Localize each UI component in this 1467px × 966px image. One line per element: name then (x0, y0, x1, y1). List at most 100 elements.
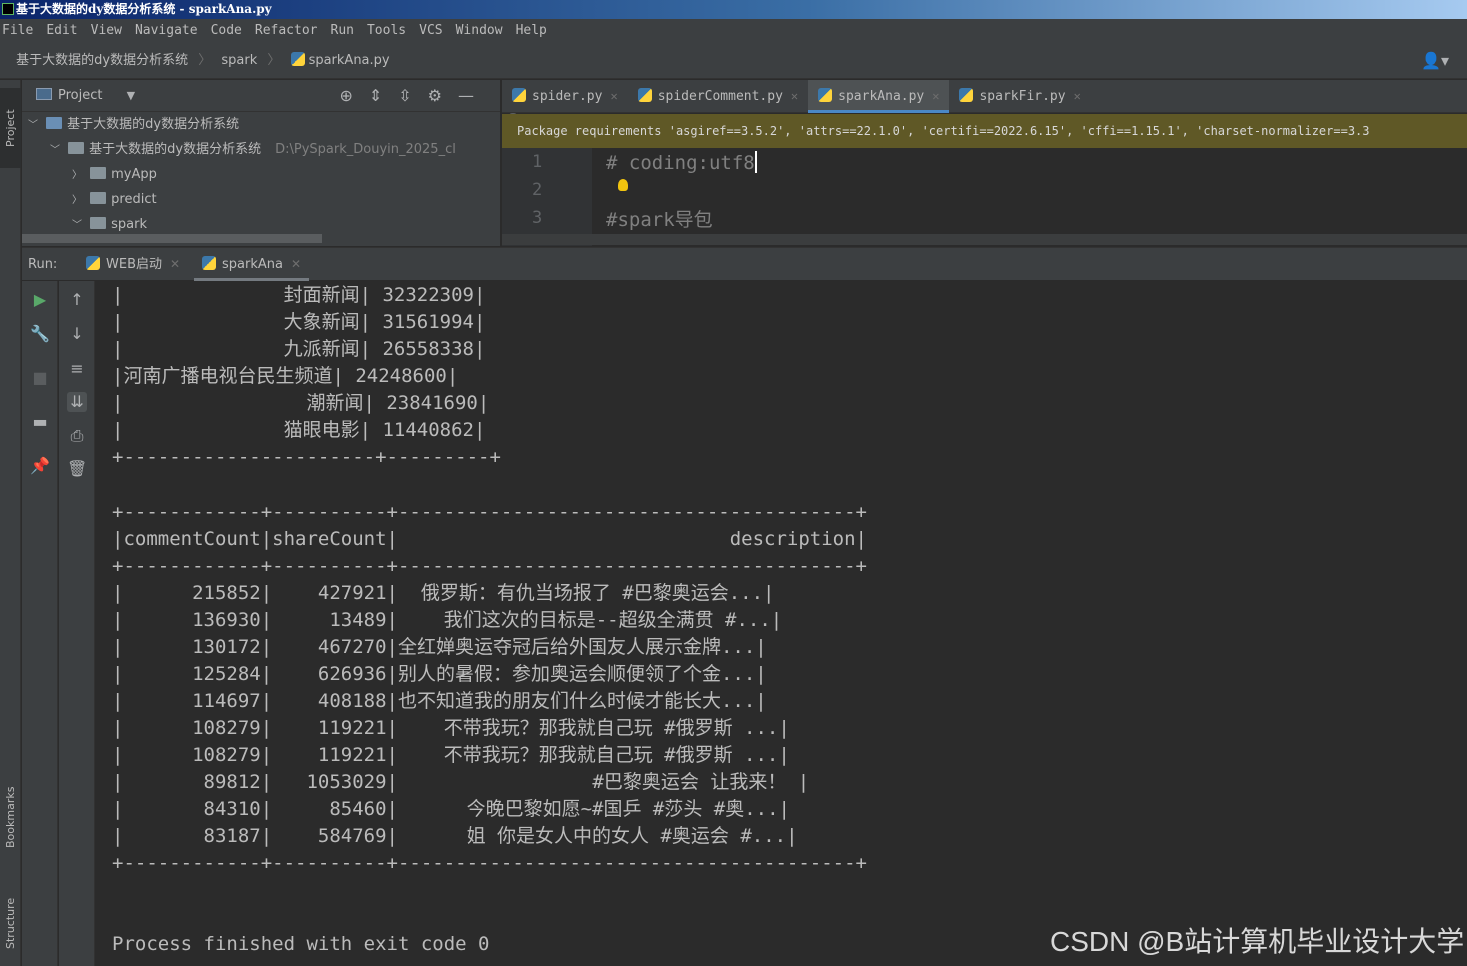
trash-icon[interactable]: 🗑 (67, 459, 87, 479)
breadcrumb-folder[interactable]: spark (221, 43, 257, 79)
horizontal-scrollbar[interactable] (502, 234, 1467, 245)
code-line[interactable]: # coding:utf8 (606, 151, 757, 174)
pin-icon[interactable]: 📌 (30, 456, 50, 476)
tree-item-label: myApp (111, 167, 157, 182)
tab-spider[interactable]: spider.py ✕ (502, 80, 628, 113)
tree-item-myapp[interactable]: 〉 myApp (22, 162, 500, 187)
chevron-down-icon[interactable]: ﹀ (28, 113, 42, 138)
run-toolbar-secondary: ↑ ↓ ≡ ⇊ ⎙ 🗑 (59, 281, 95, 966)
locate-icon[interactable]: ⊕ (339, 86, 368, 105)
gear-icon[interactable]: ⚙ (428, 86, 458, 105)
console-line: | 89812| 1053029| #巴黎奥运会 让我来！ | (112, 771, 810, 793)
user-account-icon[interactable]: 👤▾ (1421, 43, 1449, 79)
expand-all-icon[interactable]: ⇕ (369, 86, 398, 105)
console-line: | 九派新闻| 26558338| (112, 338, 486, 360)
menu-refactor[interactable]: Refactor (255, 19, 318, 43)
project-tool-tab[interactable]: Project (0, 88, 21, 168)
horizontal-scrollbar[interactable] (22, 234, 322, 243)
layout-icon[interactable]: ▬ (30, 412, 50, 432)
tree-item-project-dir[interactable]: ﹀ 基于大数据的dy数据分析系统 D:\PySpark_Douyin_2025_c… (22, 137, 500, 162)
python-file-icon (637, 88, 652, 102)
console-line: Process finished with exit code 0 (112, 933, 490, 955)
menu-file[interactable]: File (2, 19, 33, 43)
editor-tab-bar: spider.py ✕ spiderComment.py ✕ sparkAna.py ✕ s… (502, 80, 1467, 113)
menu-navigate[interactable]: Navigate (135, 19, 198, 43)
tree-item-root[interactable]: ﹀ 基于大数据的dy数据分析系统 (22, 112, 500, 137)
rerun-icon[interactable]: ▶ (30, 290, 50, 310)
arrow-down-icon[interactable]: ↓ (67, 324, 87, 344)
project-folder-icon (46, 117, 63, 129)
lightbulb-icon[interactable] (618, 179, 628, 191)
editor-gutter (502, 148, 592, 246)
close-icon[interactable]: ✕ (170, 257, 180, 271)
close-icon[interactable]: ✕ (610, 89, 617, 103)
run-tab-spark-ana[interactable]: sparkAna ✕ (194, 248, 310, 281)
python-run-config-icon (86, 256, 100, 270)
minimize-icon[interactable]: — (458, 86, 490, 105)
bookmarks-tool-tab[interactable]: Bookmarks (0, 770, 21, 865)
close-icon[interactable]: ✕ (1074, 89, 1081, 103)
menu-vcs[interactable]: VCS (419, 19, 442, 43)
menu-window[interactable]: Window (456, 19, 503, 43)
console-line: +----------------------+---------+ (112, 446, 501, 468)
run-tab-web[interactable]: WEB启动 ✕ (78, 248, 188, 281)
breadcrumb-file[interactable]: sparkAna.py (309, 43, 390, 79)
breadcrumb: 基于大数据的dy数据分析系统 〉 spark 〉 sparkAna.py 👤▾ (0, 43, 1467, 79)
menu-edit[interactable]: Edit (46, 19, 77, 43)
tab-spark-fir[interactable]: sparkFir.py ✕ (949, 80, 1090, 113)
console-line: | 潮新闻| 23841690| (112, 392, 490, 414)
code-editor[interactable]: 1 2 3 # coding:utf8 #spark导包 (502, 148, 1467, 246)
tab-label: sparkFir.py (979, 89, 1066, 104)
tab-spark-ana[interactable]: sparkAna.py ✕ (808, 80, 950, 113)
package-requirements-banner[interactable]: Package requirements 'asgiref==3.5.2', '… (502, 114, 1467, 148)
console-line: | 83187| 584769| 姐 你是女人中的女人 #奥运会 #...| (112, 825, 798, 847)
console-line: | 108279| 119221| 不带我玩？那我就自己玩 #俄罗斯 ...| (112, 717, 790, 739)
collapse-all-icon[interactable]: ⇳ (398, 86, 427, 105)
tree-item-label: 基于大数据的dy数据分析系统 (89, 142, 262, 157)
menu-run[interactable]: Run (331, 19, 354, 43)
tree-item-label: spark (111, 217, 148, 232)
menu-code[interactable]: Code (211, 19, 242, 43)
print-icon[interactable]: ⎙ (67, 426, 87, 446)
code-line[interactable]: #spark导包 (606, 205, 713, 232)
chevron-right-icon[interactable]: 〉 (72, 188, 86, 213)
console-line: | 114697| 408188|也不知道我的朋友们什么时候才能长大...| (112, 690, 767, 712)
soft-wrap-icon[interactable]: ≡ (67, 359, 87, 379)
python-file-icon (818, 88, 833, 102)
arrow-up-icon[interactable]: ↑ (67, 290, 87, 310)
console-line: |commentCount|shareCount| description| (112, 528, 867, 550)
tree-item-predict[interactable]: 〉 predict (22, 187, 500, 212)
chevron-right-icon[interactable]: 〉 (72, 163, 86, 188)
menu-help[interactable]: Help (516, 19, 547, 43)
wrench-icon[interactable]: 🔧 (30, 324, 50, 344)
folder-icon (68, 142, 85, 154)
run-tool-window-header: Run: WEB启动 ✕ sparkAna ✕ (22, 247, 1467, 281)
close-icon[interactable]: ✕ (932, 89, 939, 103)
structure-tool-tab[interactable]: Structure (0, 880, 21, 966)
stop-icon[interactable]: ■ (30, 368, 50, 388)
tree-item-label: 基于大数据的dy数据分析系统 (67, 117, 240, 132)
menu-view[interactable]: View (91, 19, 122, 43)
breadcrumb-project[interactable]: 基于大数据的dy数据分析系统 (16, 43, 188, 79)
python-file-icon (512, 88, 526, 102)
window-title: 基于大数据的dy数据分析系统 - sparkAna.py (16, 2, 272, 16)
code-line-text: # coding:utf8 (606, 152, 755, 174)
console-line: | 130172| 467270|全红婵奥运夺冠后给外国友人展示金牌...| (112, 636, 767, 658)
project-view-icon (36, 88, 52, 100)
breadcrumb-separator-icon: 〉 (267, 53, 281, 68)
dropdown-arrow-icon[interactable]: ▼ (127, 89, 135, 102)
scroll-to-end-icon[interactable]: ⇊ (67, 392, 87, 412)
close-icon[interactable]: ✕ (291, 257, 301, 271)
line-number: 1 (532, 152, 543, 172)
chevron-down-icon[interactable]: ﹀ (50, 138, 64, 163)
menu-tools[interactable]: Tools (367, 19, 406, 43)
console-line: | 108279| 119221| 不带我玩？那我就自己玩 #俄罗斯 ...| (112, 744, 790, 766)
console-output[interactable]: | 封面新闻| 32322309| | 大象新闻| 31561994| | 九派… (96, 281, 1467, 966)
close-icon[interactable]: ✕ (791, 89, 798, 103)
python-file-icon (290, 52, 305, 66)
console-line: | 猫眼电影| 11440862| (112, 419, 486, 441)
console-line: +------------+----------+---------------… (112, 852, 867, 874)
tab-spider-comment[interactable]: spiderComment.py ✕ (628, 80, 808, 113)
project-panel-title[interactable]: Project (58, 88, 102, 103)
pycharm-app-icon (2, 3, 14, 15)
